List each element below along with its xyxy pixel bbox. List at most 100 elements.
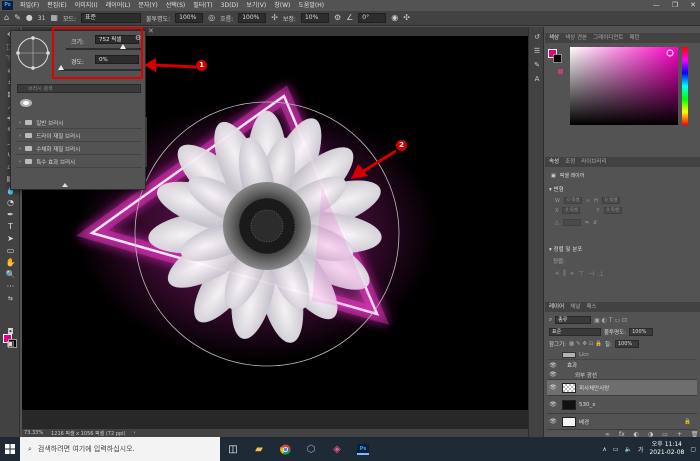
h-field[interactable]: 0 픽셀 (601, 197, 620, 204)
tab-swatches[interactable]: 색상 견본 (565, 33, 587, 43)
eye-icon[interactable]: 👁 (547, 371, 559, 378)
eye-icon[interactable]: 👁 (547, 362, 559, 369)
align-top-icon[interactable]: ⊤ (578, 270, 584, 278)
menu-view[interactable]: 보기(V) (242, 0, 270, 11)
menu-type[interactable]: 문자(Y) (134, 0, 161, 11)
quick-mask-icon[interactable]: ◘ (5, 327, 16, 337)
ime-indicator[interactable]: 가 (638, 445, 644, 454)
brush-panel-icon[interactable]: ✎ (532, 61, 542, 70)
home-icon[interactable]: ⌂ (4, 13, 9, 23)
brush-search-input[interactable]: 브러시 검색 (17, 84, 141, 93)
align-right-icon[interactable]: ⫸ (570, 269, 574, 278)
network-icon[interactable]: ▭ (613, 446, 619, 453)
brush-tip-preview[interactable] (16, 36, 50, 70)
shape-tool-icon[interactable]: ▭ (5, 246, 16, 256)
tab-paths[interactable]: 패스 (586, 302, 596, 312)
screen-mode-icon[interactable]: ▣ (5, 339, 16, 349)
layer-effects-row[interactable]: 👁 효과 (547, 360, 697, 370)
align-middle-icon[interactable]: ⊣ (588, 270, 594, 278)
w-field[interactable]: 0 픽셀 (563, 197, 582, 204)
type-tool-icon[interactable]: T (5, 222, 16, 232)
path-select-tool-icon[interactable]: ➤ (5, 234, 16, 244)
task-view-icon[interactable]: ◫ (220, 437, 246, 461)
recent-brush-sample[interactable] (19, 98, 33, 108)
smoothing-field[interactable]: 10% (300, 13, 329, 23)
zoom-tool-icon[interactable]: 🔍 (5, 270, 16, 280)
character-panel-icon[interactable]: A (532, 75, 542, 84)
folder-dry-media-brushes[interactable]: › 드라이 재질 브러시 (16, 130, 142, 142)
resize-handle-icon[interactable] (62, 183, 68, 187)
layer-row[interactable]: 👁 배경 🔒 (547, 414, 697, 430)
tab-gradients[interactable]: 그레이디언트 (593, 33, 623, 43)
eye-icon[interactable]: 👁 (547, 384, 559, 391)
symmetry-icon[interactable]: ✣ (403, 13, 410, 23)
smoothing-options-gear-icon[interactable]: ⚙ (334, 13, 341, 23)
blend-mode-dropdown[interactable]: 표준 (549, 328, 601, 336)
menu-window[interactable]: 창(W) (270, 0, 294, 11)
menu-filter[interactable]: 필터(T) (189, 0, 216, 11)
mode-dropdown[interactable]: 표준 (81, 13, 142, 23)
pressure-opacity-icon[interactable]: ◎ (208, 13, 215, 23)
swap-colors-icon[interactable]: ⇆ (5, 294, 16, 304)
menu-help[interactable]: 도움말(H) (294, 0, 328, 11)
brush-list-scrollbar[interactable] (145, 117, 147, 167)
more-tools-icon[interactable]: ··· (5, 282, 16, 292)
angle-field[interactable] (562, 219, 581, 226)
color-picker-field[interactable] (570, 47, 678, 125)
menu-layer[interactable]: 레이어(L) (102, 0, 135, 11)
start-button[interactable] (0, 437, 20, 461)
chrome-icon[interactable] (272, 437, 298, 461)
eye-icon[interactable]: 👁 (547, 418, 559, 425)
pressure-size-icon[interactable]: ◉ (391, 13, 398, 23)
layer-outer-glow-row[interactable]: 👁 외부 광선 (547, 370, 697, 380)
menu-file[interactable]: 파일(F) (16, 0, 43, 11)
app-icon[interactable]: ◈ (324, 437, 350, 461)
flip-h-icon[interactable]: ⇋ (585, 220, 589, 226)
out-of-gamut-swatch[interactable] (558, 69, 563, 74)
tab-color[interactable]: 색상 (549, 33, 559, 43)
zoom-readout[interactable]: 73.33% (24, 430, 43, 436)
history-panel-icon[interactable]: ↺ (532, 33, 542, 42)
layer-row-selected[interactable]: 👁 피사체만사랑 (547, 380, 697, 396)
app-icon[interactable]: ⬡ (298, 437, 324, 461)
pen-tool-icon[interactable]: ✒ (5, 210, 16, 220)
layer-kind-filter[interactable]: 종류 (555, 316, 592, 324)
align-section-title[interactable]: ▾ 정렬 및 분포 (549, 245, 582, 253)
document-tab-close-icon[interactable]: ✕ (148, 27, 154, 36)
lock-icons[interactable]: ▦ ✎ ✥ ⊡ 🔒 (569, 341, 602, 347)
hue-slider[interactable] (682, 47, 688, 125)
fill-field[interactable]: 100% (614, 340, 639, 348)
tab-adjustments[interactable]: 조정 (565, 157, 575, 167)
tab-libraries[interactable]: 라이브러리 (581, 157, 606, 167)
brush-settings-icon[interactable]: ▦ (50, 13, 58, 23)
photoshop-taskbar-icon[interactable]: Ps (350, 437, 376, 461)
notification-icon[interactable]: ▢ (690, 446, 696, 453)
menu-select[interactable]: 선택(S) (162, 0, 190, 11)
folder-general-brushes[interactable]: › 일반 브러시 (16, 117, 142, 129)
tab-patterns[interactable]: 패턴 (630, 33, 640, 43)
menu-edit[interactable]: 편집(E) (43, 0, 71, 11)
eye-icon[interactable]: 👁 (547, 401, 559, 408)
layer-row[interactable]: Lkn (547, 350, 697, 360)
folder-wet-media-brushes[interactable]: › 수채화 재질 브러시 (16, 143, 142, 155)
tab-channels[interactable]: 채널 (570, 302, 580, 312)
hand-tool-icon[interactable]: ✋ (5, 258, 16, 268)
layer-opacity-field[interactable]: 100% (629, 328, 654, 336)
color-panel-background-swatch[interactable] (553, 54, 562, 63)
align-center-icon[interactable]: ⫼ (563, 269, 566, 278)
align-left-icon[interactable]: ⫷ (555, 269, 559, 278)
taskbar-search-box[interactable]: ⌕ 검색하려면 여기에 입력하십시오. (20, 437, 220, 461)
transform-section-title[interactable]: ▾ 변형 (549, 185, 564, 193)
brush-tool-icon[interactable]: ✎ (14, 13, 21, 23)
flow-field[interactable]: 100% (238, 13, 267, 23)
properties-panel-icon[interactable]: ☰ (532, 47, 542, 56)
taskbar-clock[interactable]: 오후 11:14 2021-02-08 (649, 441, 684, 457)
tab-layers[interactable]: 레이어 (549, 302, 564, 312)
flip-v-icon[interactable]: ⇵ (593, 220, 597, 226)
menu-image[interactable]: 이미지(I) (71, 0, 102, 11)
minimize-icon[interactable]: — (653, 0, 660, 11)
brush-preset-picker-icon[interactable]: ● (26, 13, 33, 23)
x-field[interactable]: 0 픽셀 (562, 207, 581, 214)
file-explorer-icon[interactable]: ▰ (246, 437, 272, 461)
align-bottom-icon[interactable]: ⊥ (598, 270, 604, 278)
